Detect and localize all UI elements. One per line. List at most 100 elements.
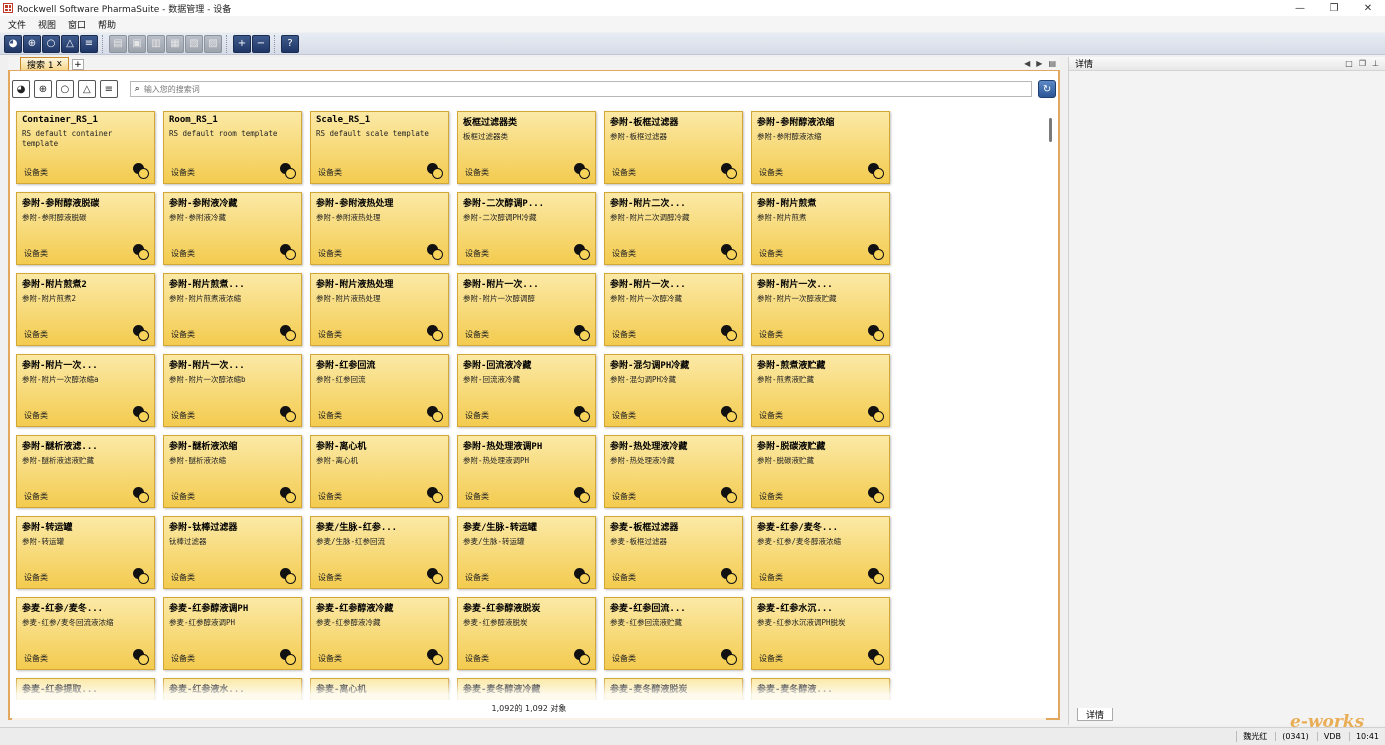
equipment-card[interactable]: 参附-醚析液滤... 参附-醚析液滤液贮藏 设备类 <box>16 435 155 508</box>
equipment-card[interactable]: 参麦-红参醇液冷藏 参麦-红参醇液冷藏 设备类 <box>310 597 449 670</box>
equipment-card[interactable]: 参附-转运罐 参附-转运罐 设备类 <box>16 516 155 589</box>
equipment-card[interactable]: Scale_RS_1 RS default scale template 设备类 <box>310 111 449 184</box>
equipment-card[interactable]: 参附-附片二次... 参附-附片二次调醇冷藏 设备类 <box>604 192 743 265</box>
equipment-card[interactable]: 参麦-红参液水...参麦-红参液水沉冷藏设备类 <box>163 678 302 700</box>
card-description: 参麦-红参提取液冷藏 <box>22 699 149 700</box>
card-title: 参附-参附醇液浓缩 <box>757 118 835 128</box>
close-tab-icon[interactable]: x <box>57 59 62 69</box>
export-icon[interactable]: ▧ <box>185 34 203 53</box>
zoom-out-icon[interactable]: − <box>252 34 270 53</box>
card-type: 设备类 <box>465 249 489 258</box>
equipment-card[interactable]: 参附-附片一次... 参附-附片一次醇调醇 设备类 <box>457 273 596 346</box>
restore-panel-icon[interactable]: □ <box>1345 59 1353 68</box>
equipment-card[interactable]: 参麦-红参/麦冬... 参麦-红参/麦冬醇液浓缩 设备类 <box>751 516 890 589</box>
equipment-card[interactable]: 参附-附片液热处理 参附-附片液热处理 设备类 <box>310 273 449 346</box>
tab-next-icon[interactable]: ▶ <box>1036 59 1042 68</box>
equipment-card[interactable]: 参麦-红参醇液脱炭 参麦-红参醇液脱炭 设备类 <box>457 597 596 670</box>
equipment-card[interactable]: 参附-参附醇液脱碳 参附-参附醇液脱碳 设备类 <box>16 192 155 265</box>
equipment-card[interactable]: Room_RS_1 RS default room template 设备类 <box>163 111 302 184</box>
equipment-card[interactable]: 参附-板框过滤器 参附-板框过滤器 设备类 <box>604 111 743 184</box>
equipment-class-icon <box>574 406 590 422</box>
scroll-thumb[interactable] <box>1049 118 1052 142</box>
equipment-card[interactable]: 参附-回流液冷藏 参附-回流液冷藏 设备类 <box>457 354 596 427</box>
equipment-card[interactable]: 参附-附片煎煮... 参附-附片煎煮液浓缩 设备类 <box>163 273 302 346</box>
equipment-card[interactable]: 参附-热处理液调PH 参附-热处理液调PH 设备类 <box>457 435 596 508</box>
equipment-card[interactable]: 参麦-麦冬醇液脱炭参麦-麦冬醇液脱炭设备类 <box>604 678 743 700</box>
copy-icon[interactable]: ▥ <box>147 34 165 53</box>
maximize-button[interactable]: ❐ <box>1317 0 1351 16</box>
vertical-scrollbar[interactable] <box>1048 112 1054 712</box>
equipment-card[interactable]: 参附-附片煎煮 参附-附片煎煮 设备类 <box>751 192 890 265</box>
tab-search-1[interactable]: 搜索 1 x <box>20 57 69 71</box>
add-circle-icon[interactable]: ⊕ <box>23 34 41 53</box>
equipment-card[interactable]: 参附-混匀调PH冷藏 参附-混匀调PH冷藏 设备类 <box>604 354 743 427</box>
list-icon[interactable]: ≡ <box>80 34 98 53</box>
circle-icon[interactable]: ○ <box>42 34 60 53</box>
card-type: 设备类 <box>24 168 48 177</box>
tab-list-icon[interactable]: ▤ <box>1048 59 1056 68</box>
equipment-card[interactable]: 参麦/生脉-红参... 参麦/生脉-红参回流 设备类 <box>310 516 449 589</box>
equipment-card[interactable]: 参麦-红参/麦冬... 参麦-红参/麦冬回流液浓缩 设备类 <box>16 597 155 670</box>
filter-list-icon[interactable]: ≡ <box>99 80 118 98</box>
search-field[interactable]: ⌕ <box>129 81 1033 97</box>
equipment-card[interactable]: 参附-参附液热处理 参附-参附液热处理 设备类 <box>310 192 449 265</box>
equipment-card[interactable]: 参麦-红参提取...参麦-红参提取液冷藏设备类 <box>16 678 155 700</box>
tab-prev-icon[interactable]: ◀ <box>1024 59 1030 68</box>
print-icon[interactable]: ▨ <box>204 34 222 53</box>
delete-icon[interactable]: ▦ <box>166 34 184 53</box>
equipment-card[interactable]: 参附-附片煎煮2 参附-附片煎煮2 设备类 <box>16 273 155 346</box>
equipment-card[interactable]: Container_RS_1 RS default container templ… <box>16 111 155 184</box>
equipment-class-icon <box>133 325 149 341</box>
equipment-card[interactable]: 参附-附片一次... 参附-附片一次醇浓缩b 设备类 <box>163 354 302 427</box>
filter-object-icon[interactable]: ◕ <box>12 80 30 98</box>
menu-view[interactable]: 视图 <box>38 18 56 31</box>
tab-detail[interactable]: 详情 <box>1077 708 1114 721</box>
card-description: 参附-附片煎煮 <box>757 213 807 222</box>
filter-add-icon[interactable]: ⊕ <box>33 80 52 98</box>
float-panel-icon[interactable]: ❐ <box>1359 59 1366 68</box>
filter-circle-icon[interactable]: ○ <box>55 80 74 98</box>
close-button[interactable]: ✕ <box>1351 0 1385 16</box>
pin-icon[interactable]: ⊥ <box>1372 59 1379 68</box>
zoom-in-icon[interactable]: + <box>233 34 251 53</box>
equipment-card[interactable]: 参附-热处理液冷藏 参附-热处理液冷藏 设备类 <box>604 435 743 508</box>
triangle-icon[interactable]: △ <box>61 34 79 53</box>
menu-window[interactable]: 窗口 <box>68 18 86 31</box>
equipment-card[interactable]: 参麦/生脉-转运罐 参麦/生脉-转运罐 设备类 <box>457 516 596 589</box>
filter-triangle-icon[interactable]: △ <box>77 80 96 98</box>
menu-help[interactable]: 帮助 <box>98 18 116 31</box>
card-description: 参附-脱碳液贮藏 <box>757 456 815 465</box>
object-type-icon[interactable]: ◕ <box>4 34 22 53</box>
search-input[interactable] <box>143 84 1032 94</box>
save-icon[interactable]: ▣ <box>128 34 146 53</box>
edit-icon[interactable]: ▤ <box>109 34 127 53</box>
equipment-card[interactable]: 参附-离心机 参附-离心机 设备类 <box>310 435 449 508</box>
equipment-card[interactable]: 参附-参附液冷藏 参附-参附液冷藏 设备类 <box>163 192 302 265</box>
equipment-card[interactable]: 参附-脱碳液贮藏 参附-脱碳液贮藏 设备类 <box>751 435 890 508</box>
equipment-card[interactable]: 参附-煎煮液贮藏 参附-煎煮液贮藏 设备类 <box>751 354 890 427</box>
card-description: 参附-附片一次醇浓缩a <box>22 375 99 384</box>
equipment-card[interactable]: 参麦-红参水沉... 参麦-红参水沉液调PH脱炭 设备类 <box>751 597 890 670</box>
status-bar: 魏光红 (0341) VDB 10:41 <box>0 727 1385 745</box>
help-icon[interactable]: ? <box>281 34 299 53</box>
equipment-card[interactable]: 板框过滤器类 板框过滤器类 设备类 <box>457 111 596 184</box>
equipment-card[interactable]: 参麦-红参回流... 参麦-红参回流液贮藏 设备类 <box>604 597 743 670</box>
equipment-card[interactable]: 参附-二次醇调P... 参附-二次醇调PH冷藏 设备类 <box>457 192 596 265</box>
refresh-search-button[interactable]: ↻ <box>1038 80 1057 98</box>
equipment-card[interactable]: 参麦-红参醇液调PH 参麦-红参醇液调PH 设备类 <box>163 597 302 670</box>
menu-file[interactable]: 文件 <box>8 18 26 31</box>
equipment-card[interactable]: 参附-附片一次... 参附-附片一次醇浓缩a 设备类 <box>16 354 155 427</box>
equipment-card[interactable]: 参麦-麦冬醇液...参麦-麦冬醇液脱炭液贮藏设备类 <box>751 678 890 700</box>
equipment-card[interactable]: 参附-红参回流 参附-红参回流 设备类 <box>310 354 449 427</box>
equipment-card[interactable]: 参附-附片一次... 参附-附片一次醇液贮藏 设备类 <box>751 273 890 346</box>
equipment-card[interactable]: 参麦-离心机参麦-离心机设备类 <box>310 678 449 700</box>
add-tab-button[interactable]: + <box>71 59 84 70</box>
minimize-button[interactable]: — <box>1283 0 1317 16</box>
equipment-card[interactable]: 参麦-麦冬醇液冷藏参麦-麦冬醇液冷藏设备类 <box>457 678 596 700</box>
equipment-card[interactable]: 参附-参附醇液浓缩 参附-参附醇液浓缩 设备类 <box>751 111 890 184</box>
equipment-card[interactable]: 参附-附片一次... 参附-附片一次醇冷藏 设备类 <box>604 273 743 346</box>
equipment-card[interactable]: 参麦-板框过滤器 参麦-板框过滤器 设备类 <box>604 516 743 589</box>
equipment-card[interactable]: 参附-钛棒过滤器 钛棒过滤器 设备类 <box>163 516 302 589</box>
equipment-card[interactable]: 参附-醚析液浓缩 参附-醚析液浓缩 设备类 <box>163 435 302 508</box>
card-description: 参附-红参回流 <box>316 375 366 384</box>
